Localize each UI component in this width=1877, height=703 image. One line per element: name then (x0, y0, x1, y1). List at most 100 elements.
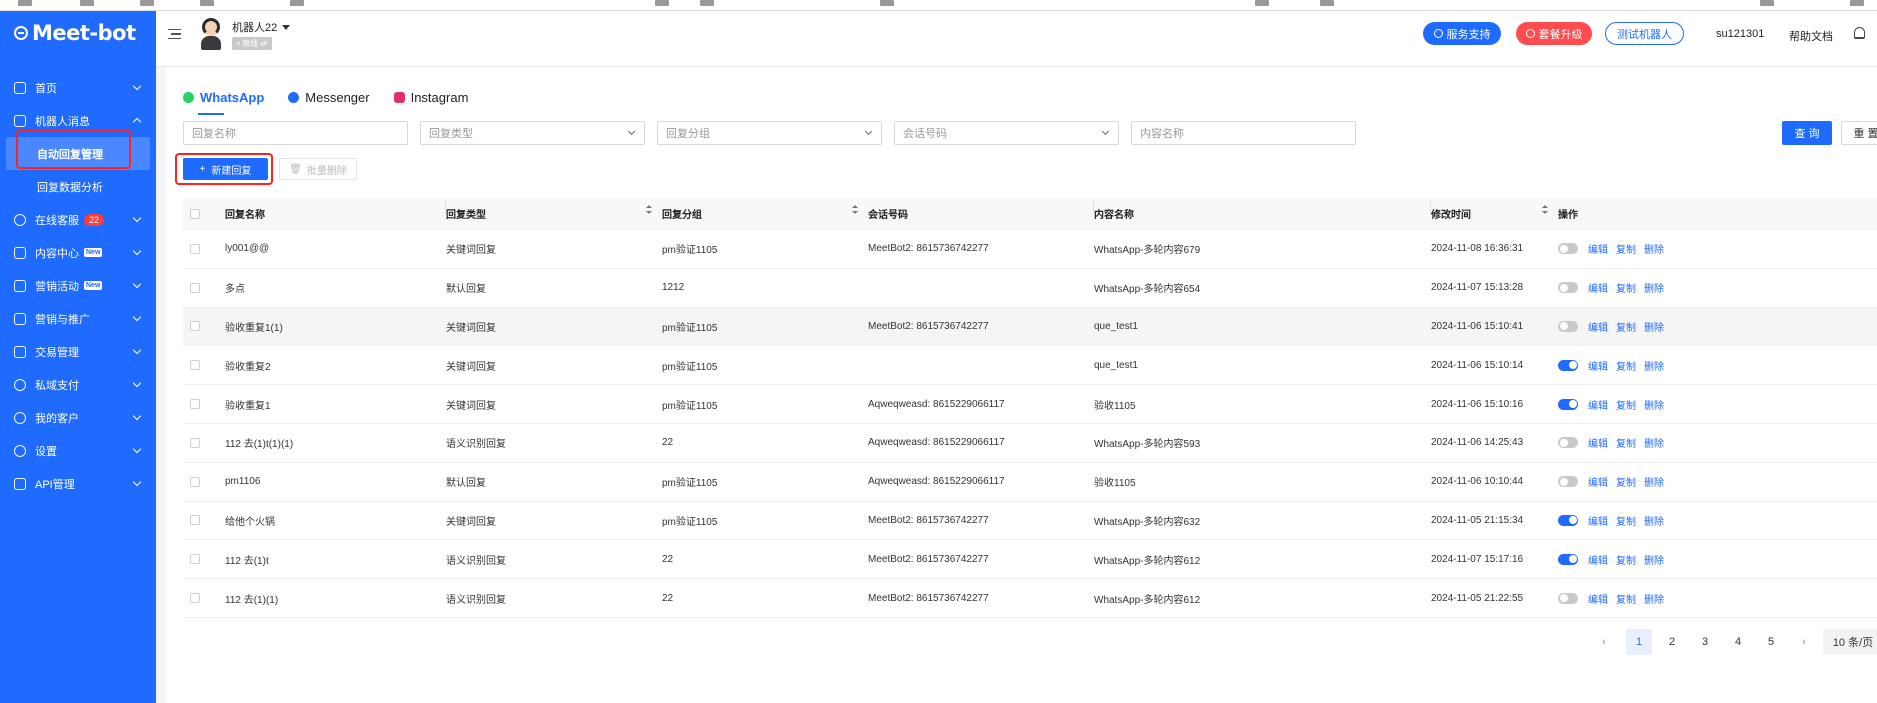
copy-link[interactable]: 复制 (1616, 397, 1636, 412)
enable-toggle[interactable] (1558, 243, 1578, 255)
edit-link[interactable]: 编辑 (1588, 319, 1608, 334)
enable-toggle[interactable] (1558, 437, 1578, 449)
delete-link[interactable]: 删除 (1644, 280, 1664, 295)
nav-subitem-reply-analytics[interactable]: 回复数据分析 (0, 170, 156, 203)
prev-page-button[interactable]: ‹ (1591, 629, 1617, 655)
sort-icon[interactable] (646, 205, 652, 214)
edit-link[interactable]: 编辑 (1588, 280, 1608, 295)
copy-link[interactable]: 复制 (1616, 280, 1636, 295)
delete-link[interactable]: 删除 (1644, 552, 1664, 567)
edit-link[interactable]: 编辑 (1588, 591, 1608, 606)
cell-modified-time: 2024-11-05 21:15:34 (1431, 514, 1524, 526)
edit-link[interactable]: 编辑 (1588, 474, 1608, 489)
row-checkbox[interactable] (190, 321, 200, 332)
row-checkbox[interactable] (190, 243, 200, 254)
nav-item-trade[interactable]: 交易管理 (0, 335, 156, 368)
edit-link[interactable]: 编辑 (1588, 358, 1608, 373)
session-number-select[interactable]: 会话号码 (894, 121, 1119, 145)
edit-link[interactable]: 编辑 (1588, 552, 1608, 567)
copy-link[interactable]: 复制 (1616, 474, 1636, 489)
delete-link[interactable]: 删除 (1644, 474, 1664, 489)
brand-logo[interactable]: Meet-bot (14, 21, 136, 45)
enable-toggle[interactable] (1558, 359, 1578, 371)
reset-button[interactable]: 重 置 (1841, 121, 1877, 145)
row-checkbox[interactable] (190, 360, 200, 371)
delete-link[interactable]: 删除 (1644, 241, 1664, 256)
enable-toggle[interactable] (1558, 514, 1578, 526)
nav-item-customers[interactable]: 我的客户 (0, 401, 156, 434)
delete-link[interactable]: 删除 (1644, 435, 1664, 450)
user-menu[interactable]: su121301 (1716, 28, 1764, 40)
page-4-button[interactable]: 4 (1725, 629, 1751, 655)
col-reply-type[interactable]: 回复类型 (446, 205, 662, 221)
bell-icon[interactable] (1854, 27, 1865, 39)
page-3-button[interactable]: 3 (1692, 629, 1718, 655)
copy-link[interactable]: 复制 (1616, 591, 1636, 606)
row-checkbox[interactable] (190, 515, 200, 526)
page-2-button[interactable]: 2 (1659, 629, 1685, 655)
row-checkbox[interactable] (190, 476, 200, 487)
nav-item-content-center[interactable]: 内容中心 New (0, 236, 156, 269)
nav-item-settings[interactable]: 设置 (0, 434, 156, 467)
bot-selector[interactable]: 机器人22 (232, 19, 291, 35)
tab-messenger[interactable]: Messenger (288, 85, 370, 109)
batch-delete-button[interactable]: 🗑 批量删除 (279, 158, 357, 180)
row-checkbox[interactable] (190, 282, 200, 293)
copy-link[interactable]: 复制 (1616, 358, 1636, 373)
row-checkbox[interactable] (190, 593, 200, 604)
content-name-input[interactable]: 内容名称 (1131, 121, 1356, 145)
row-checkbox[interactable] (190, 437, 200, 448)
avatar[interactable] (198, 16, 224, 50)
next-page-button[interactable]: › (1791, 629, 1817, 655)
edit-link[interactable]: 编辑 (1588, 435, 1608, 450)
nav-item-online-service[interactable]: 在线客服 22 (0, 203, 156, 236)
edit-link[interactable]: 编辑 (1588, 241, 1608, 256)
help-docs-link[interactable]: 帮助文档 (1789, 28, 1833, 44)
copy-link[interactable]: 复制 (1616, 435, 1636, 450)
copy-link[interactable]: 复制 (1616, 241, 1636, 256)
menu-toggle-icon[interactable] (168, 29, 181, 39)
reply-name-input[interactable]: 回复名称 (183, 121, 408, 145)
sort-icon[interactable] (1542, 205, 1548, 214)
nav-item-campaigns[interactable]: 营销活动 New (0, 269, 156, 302)
reply-group-select[interactable]: 回复分组 (657, 121, 882, 145)
enable-toggle[interactable] (1558, 553, 1578, 565)
home-icon (14, 81, 26, 94)
tab-instagram[interactable]: Instagram (393, 85, 468, 109)
copy-link[interactable]: 复制 (1616, 552, 1636, 567)
enable-toggle[interactable] (1558, 476, 1578, 488)
query-button[interactable]: 查 询 (1782, 121, 1832, 145)
page-5-button[interactable]: 5 (1758, 629, 1784, 655)
copy-link[interactable]: 复制 (1616, 513, 1636, 528)
col-modified-time[interactable]: 修改时间 (1431, 205, 1558, 221)
nav-item-private-pay[interactable]: 私域支付 (0, 368, 156, 401)
reply-type-select[interactable]: 回复类型 (420, 121, 645, 145)
edit-link[interactable]: 编辑 (1588, 513, 1608, 528)
nav-item-api[interactable]: API管理 (0, 467, 156, 500)
delete-link[interactable]: 删除 (1644, 319, 1664, 334)
row-checkbox[interactable] (190, 554, 200, 565)
page-size-select[interactable]: 10 条/页 (1823, 629, 1877, 655)
row-checkbox[interactable] (190, 399, 200, 410)
enable-toggle[interactable] (1558, 282, 1578, 294)
delete-link[interactable]: 删除 (1644, 397, 1664, 412)
copy-link[interactable]: 复制 (1616, 319, 1636, 334)
sort-icon[interactable] (852, 205, 858, 214)
support-button[interactable]: 服务支持 (1423, 22, 1501, 45)
page-1-button[interactable]: 1 (1626, 629, 1652, 655)
upgrade-button[interactable]: 套餐升级 (1516, 22, 1592, 45)
delete-link[interactable]: 删除 (1644, 591, 1664, 606)
select-all-checkbox[interactable] (190, 208, 200, 219)
delete-link[interactable]: 删除 (1644, 358, 1664, 373)
test-bot-button[interactable]: 测试机器人 (1605, 22, 1684, 45)
tab-whatsapp[interactable]: WhatsApp (183, 85, 264, 115)
edit-link[interactable]: 编辑 (1588, 397, 1608, 412)
delete-link[interactable]: 删除 (1644, 513, 1664, 528)
enable-toggle[interactable] (1558, 398, 1578, 410)
nav-item-marketing[interactable]: 营销与推广 (0, 302, 156, 335)
cell-reply-type: 默认回复 (446, 478, 486, 490)
enable-toggle[interactable] (1558, 592, 1578, 604)
col-reply-group[interactable]: 回复分组 (662, 205, 868, 221)
nav-item-home[interactable]: 首页 (0, 71, 156, 104)
enable-toggle[interactable] (1558, 320, 1578, 332)
